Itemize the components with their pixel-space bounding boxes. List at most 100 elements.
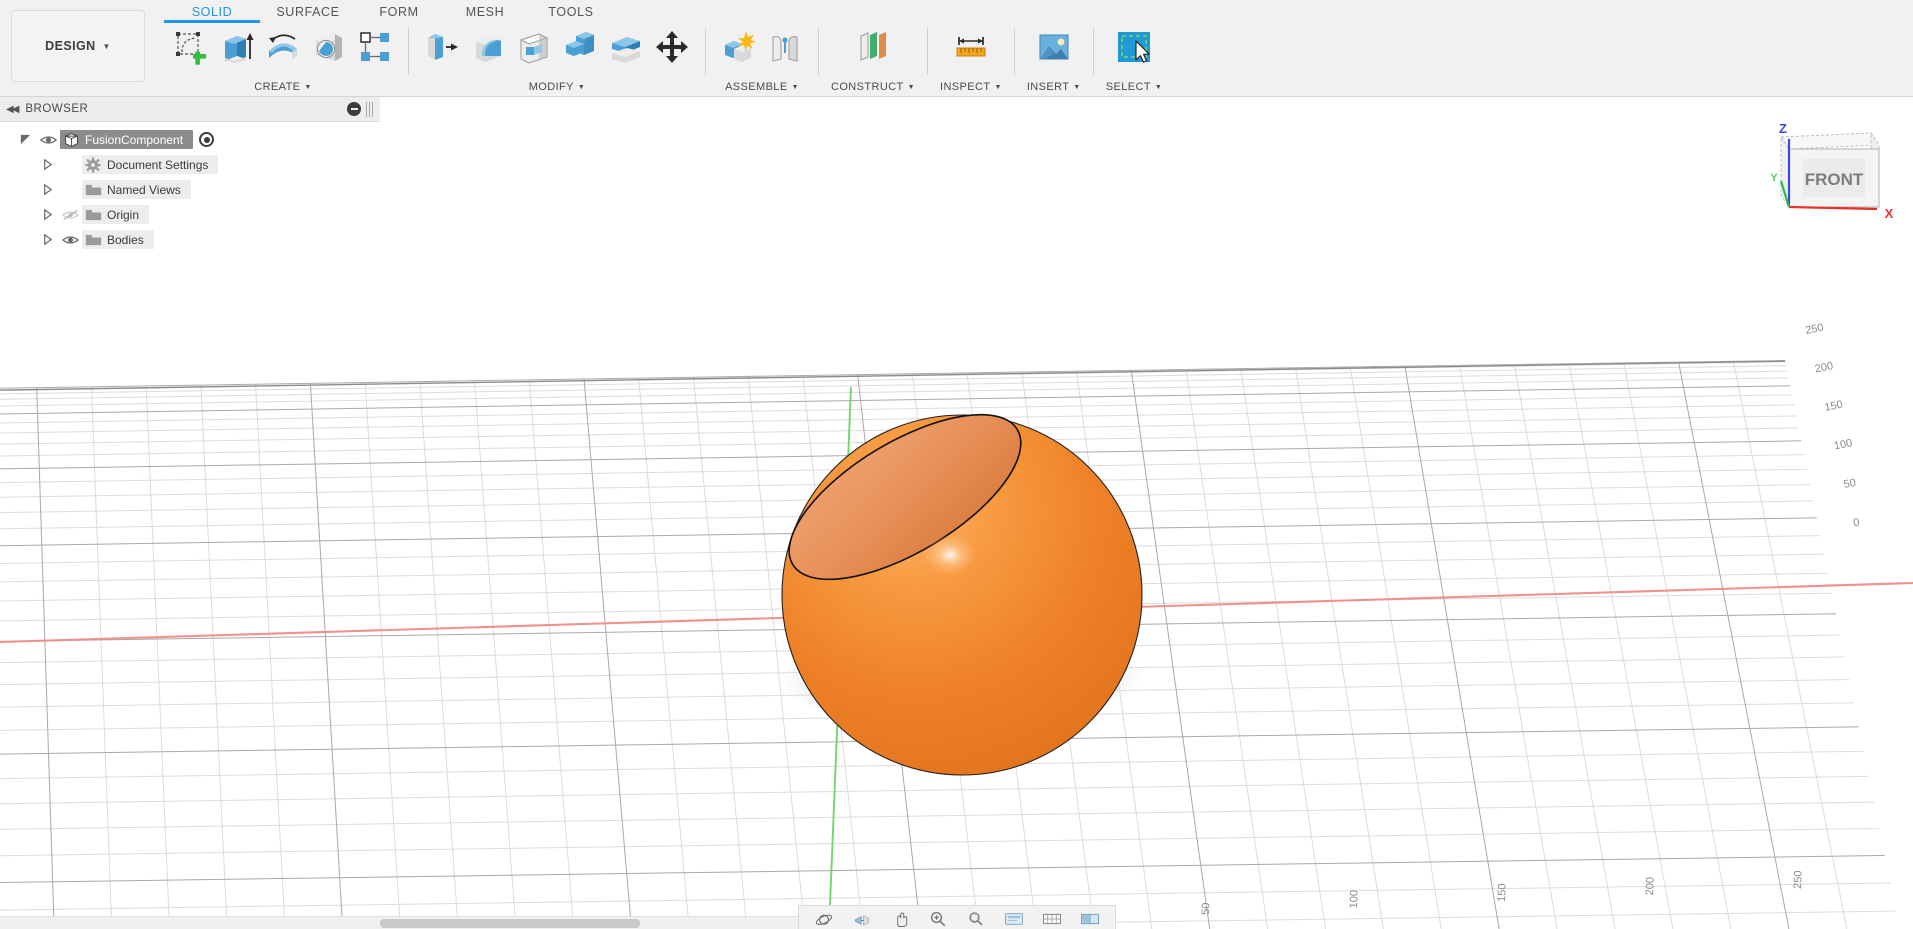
collapse-panel-icon[interactable]: ◀◀ [6,104,19,115]
extrude-icon[interactable] [216,26,258,68]
ribbon-tab-mesh[interactable]: MESH [442,5,528,22]
twisty-collapsed-icon[interactable] [36,233,58,246]
navigation-bar [798,905,1116,929]
create-sketch-icon[interactable] [170,26,212,68]
hole-icon[interactable] [308,26,350,68]
ruler-tick-label: 250 [1804,322,1824,337]
gear-icon [82,156,104,173]
axis-label-x: X [1885,206,1894,221]
minus-circle-icon[interactable] [347,102,361,116]
toolbar-separator [408,28,409,75]
eye-visible-icon[interactable] [36,134,60,146]
eye-visible-icon[interactable] [58,234,82,246]
tree-item-label: Named Views [107,182,181,197]
eye-hidden-icon[interactable] [58,209,82,221]
tree-item-bodies[interactable]: Bodies [82,230,154,249]
horizontal-scrollbar[interactable] [0,916,798,929]
component-icon [60,131,82,148]
group-label-text: INSERT [1026,81,1070,93]
zoom-icon[interactable] [925,908,951,928]
tree-item-named-views[interactable]: Named Views [82,180,191,199]
display-settings-icon[interactable] [1001,908,1027,928]
ruler-tick-label: 100 [1348,890,1361,909]
panel-resize-handle[interactable] [366,101,374,117]
ribbon-group-label-create[interactable]: CREATE ▼ [254,79,312,95]
twisty-collapsed-icon[interactable] [36,158,58,171]
split-face-icon[interactable] [605,26,647,68]
ribbon-group-label-assemble[interactable]: ASSEMBLE ▼ [725,79,799,95]
group-label-text: MODIFY [528,81,574,93]
group-label-text: CREATE [254,81,301,93]
ruler-tick-label: 200 [1644,877,1657,896]
workspace-label: DESIGN [45,39,96,53]
chevron-down-icon: ▼ [1154,83,1163,91]
toolbar-separator [1013,28,1015,75]
fillet-icon[interactable] [467,26,509,68]
ribbon-tab-solid[interactable]: SOLID [164,5,260,23]
tree-item-fusioncomponent[interactable]: FusionComponent [60,130,194,149]
pattern-icon[interactable] [354,26,396,68]
insert-image-icon[interactable] [1033,26,1075,68]
folder-icon [82,183,104,197]
ribbon-group-label-select[interactable]: SELECT ▼ [1106,79,1163,95]
ribbon-group-label-insert[interactable]: INSERT ▼ [1027,79,1081,95]
viewports-icon[interactable] [1077,908,1103,928]
browser-header: ◀◀ BROWSER [0,97,380,122]
ribbon-tab-form[interactable]: FORM [356,5,442,22]
select-cursor-icon[interactable] [1113,26,1155,68]
combine-icon[interactable] [559,26,601,68]
new-component-icon[interactable] [718,26,760,68]
ruler-tick-label: 150 [1823,399,1843,414]
ribbon-group-label-construct[interactable]: CONSTRUCT ▼ [831,79,915,95]
scrollbar-thumb[interactable] [380,919,640,928]
orbit-icon[interactable] [811,908,837,928]
tree-item-label: Origin [107,207,140,222]
chevron-down-icon: ▼ [304,83,312,91]
shell-icon[interactable] [513,26,555,68]
tree-item-document-settings[interactable]: Document Settings [82,155,219,174]
ruler-tick-label: 250 [1792,870,1805,889]
tree-row[interactable]: FusionComponent [0,127,380,152]
revolve-icon[interactable] [262,26,304,68]
ribbon-group-select: SELECT ▼ [1100,22,1169,97]
ribbon-group-label-modify[interactable]: MODIFY ▼ [529,79,586,95]
ribbon-tab-surface[interactable]: SURFACE [260,5,356,22]
fit-icon[interactable] [963,908,989,928]
tree-item-origin[interactable]: Origin [82,205,150,224]
look-at-icon[interactable] [849,908,875,928]
group-label-text: INSPECT [940,81,991,93]
pan-icon[interactable] [887,908,913,928]
ribbon-group-construct: CONSTRUCT ▼ [825,22,921,97]
ruler-tick-label: 50 [1200,902,1212,915]
axis-label-z: Z [1779,121,1787,136]
activate-component-radio[interactable] [199,132,215,147]
tree-row[interactable]: Bodies [0,227,380,252]
tree-row[interactable]: Document Settings [0,152,380,177]
grid-snap-icon[interactable] [1039,908,1065,928]
ribbon-tab-tools[interactable]: TOOLS [528,5,614,22]
move-copy-icon[interactable] [651,26,693,68]
toolbar-separator [927,28,928,75]
twisty-expanded-icon[interactable] [14,133,36,146]
twisty-collapsed-icon[interactable] [36,208,58,221]
ribbon-tab-row: SOLID SURFACE FORM MESH TOOLS [154,0,1913,23]
ribbon-tool-row: CREATE ▼ MODIFY ▼ ASSEMBLE ▼ CONSTRUCT ▼… [154,22,1913,97]
tree-item-label: FusionComponent [85,132,184,147]
joint-icon[interactable] [764,26,806,68]
tree-row[interactable]: Named Views [0,177,380,202]
tree-row[interactable]: Origin [0,202,380,227]
group-label-text: ASSEMBLE [725,81,788,93]
press-pull-icon[interactable] [421,26,463,68]
ruler-tick-label: 100 [1833,437,1853,452]
workspace-switcher-button[interactable]: DESIGN ▼ [11,10,145,82]
measure-icon[interactable] [950,26,992,68]
chevron-down-icon: ▼ [791,83,799,91]
toolbar-separator [818,28,819,75]
ribbon-group-create: CREATE ▼ [164,22,402,97]
ribbon-group-inspect: INSPECT ▼ [934,22,1008,97]
offset-plane-icon[interactable] [852,26,894,68]
twisty-collapsed-icon[interactable] [36,183,58,196]
browser-panel: ◀◀ BROWSER FusionComponent Document Setti… [0,97,380,252]
ribbon-group-label-inspect[interactable]: INSPECT ▼ [940,79,1002,95]
view-cube[interactable]: FRONT Z X Y [1751,115,1901,230]
